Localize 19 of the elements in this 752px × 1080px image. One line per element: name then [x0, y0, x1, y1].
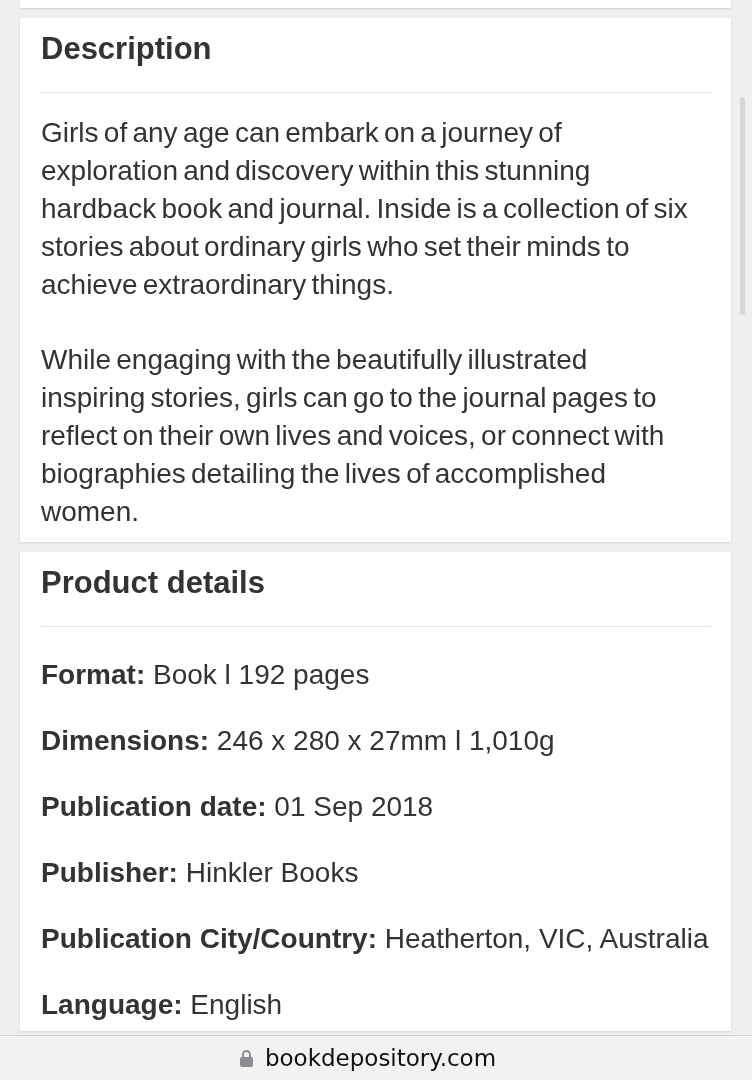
section-heading: Product details — [41, 566, 266, 600]
detail-label: Format: — [41, 659, 146, 690]
detail-value: Heatherton, VIC, Australia — [384, 923, 709, 954]
url-text: bookdepository.com — [264, 1045, 497, 1071]
detail-label: Dimensions: — [41, 725, 210, 756]
description-paragraph: Girls of any age can embark on a journey of exploration and discovery within this stunning hardback book and journal. Inside is a collection of six stories about ordinary girls who set their minds to achieve extraordinary things. — [41, 116, 689, 302]
description-paragraph: While engaging with the beautifully illustrated inspiring stories, girls can go to the journal pages to reflect on their own lives and voices, or connect with biographies detailing the lives of accomplished women. — [41, 343, 666, 529]
detail-value: Hinkler Books — [185, 857, 359, 888]
detail-label: Publisher: — [41, 857, 178, 888]
scrollbar-thumb[interactable] — [740, 97, 745, 315]
detail-value: 01 Sep 2018 — [274, 791, 434, 822]
detail-value: Book l 192 pages — [153, 659, 370, 690]
detail-value: 246 x 280 x 27mm l 1,010g — [216, 725, 555, 756]
detail-label: Publication City/Country: — [41, 923, 377, 954]
detail-label: Publication date: — [41, 791, 267, 822]
detail-label: Language: — [41, 989, 183, 1020]
lock-icon — [239, 1049, 253, 1067]
section-heading: Description — [41, 32, 213, 66]
detail-value: English — [190, 989, 283, 1020]
